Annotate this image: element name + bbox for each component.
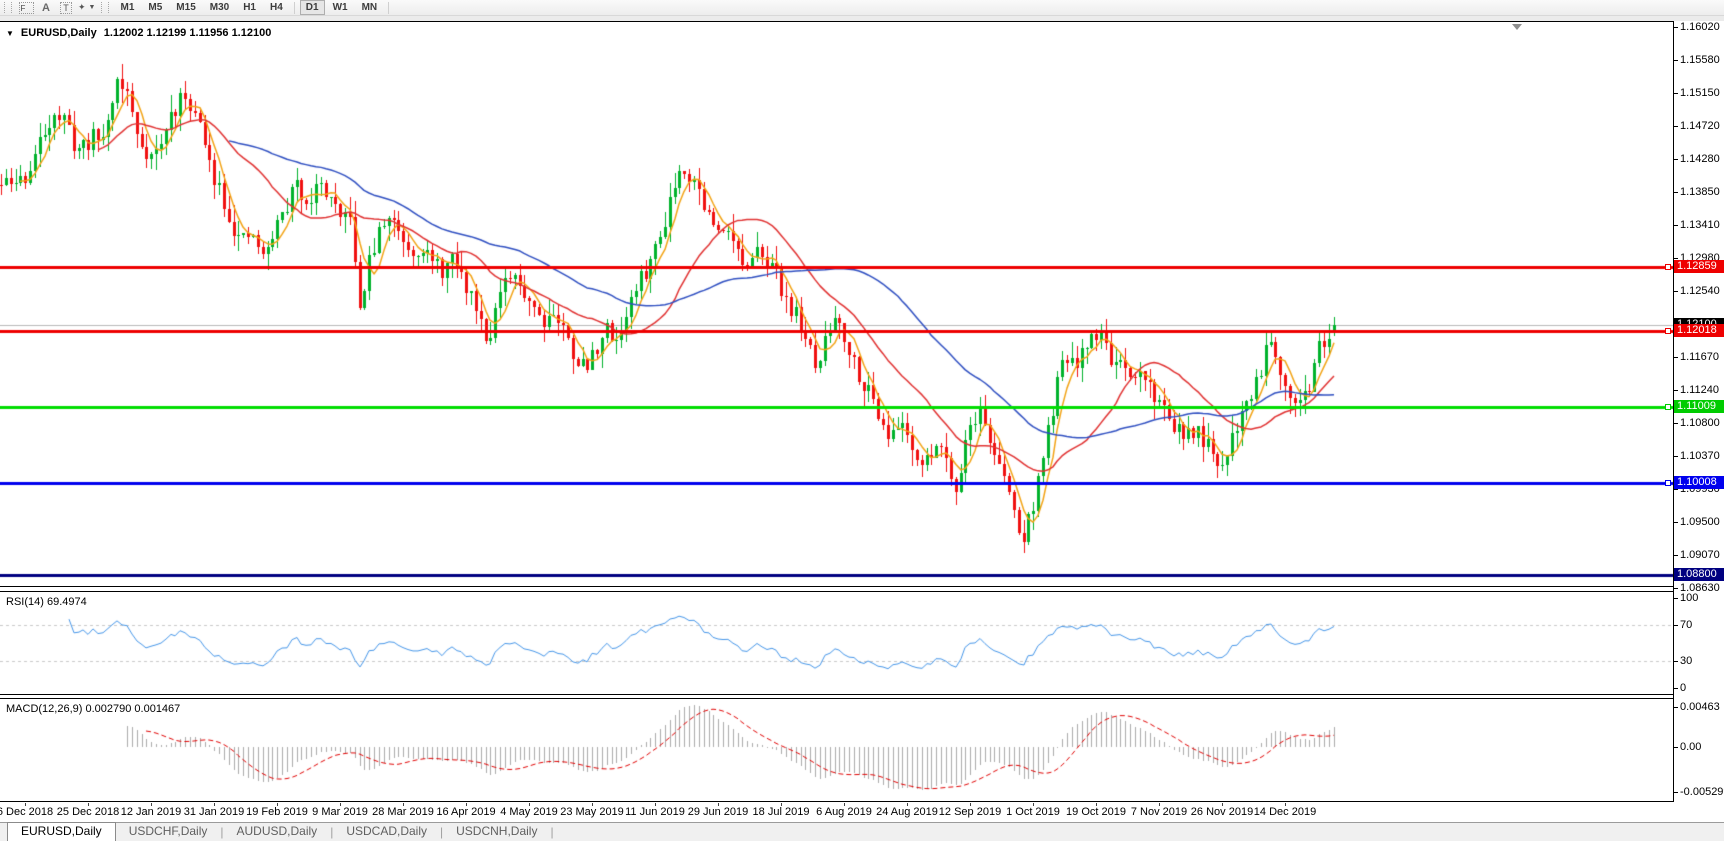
toolbar: F A T ✦ ▼ M1M5M15M30H1H4 D1W1MN — [0, 0, 1724, 16]
macd-panel[interactable]: MACD(12,26,9) 0.002790 0.001467 — [0, 698, 1673, 802]
price-badge-112859: 1.12859 — [1674, 260, 1724, 273]
timeframe-button-m15[interactable]: M15 — [170, 0, 201, 15]
tab-separator: | — [550, 823, 553, 841]
tab-audusd[interactable]: AUDUSD,Daily — [224, 823, 331, 841]
timeframe-button-m1[interactable]: M1 — [114, 0, 140, 15]
date-label: 24 Aug 2019 — [876, 806, 938, 818]
price-tick-label: 1.16020 — [1680, 21, 1720, 33]
price-tick-label: 1.12540 — [1680, 285, 1720, 297]
macd-tick-label: 0.00 — [1680, 741, 1701, 753]
timeframe-button-w1[interactable]: W1 — [327, 0, 354, 15]
date-label: 31 Jan 2019 — [184, 806, 245, 818]
hline-anchor-point[interactable] — [1665, 328, 1671, 334]
label-icon: T — [60, 2, 72, 14]
price-tick-label: 1.10800 — [1680, 417, 1720, 429]
date-label: 6 Dec 2018 — [0, 806, 53, 818]
timeframe-button-d1[interactable]: D1 — [300, 0, 325, 15]
price-badge-112018: 1.12018 — [1674, 324, 1724, 337]
toolbar-separator — [294, 2, 295, 14]
toolbar-separator — [388, 2, 389, 14]
tab-eurusd[interactable]: EURUSD,Daily — [7, 822, 116, 841]
rsi-panel[interactable]: RSI(14) 69.4974 — [0, 591, 1673, 695]
symbol-header[interactable]: ▼ EURUSD,Daily 1.12002 1.12199 1.11956 1… — [6, 27, 271, 39]
price-tick-label: 1.14280 — [1680, 153, 1720, 165]
timeframe-button-m5[interactable]: M5 — [142, 0, 168, 15]
toolbar-grip[interactable] — [4, 2, 12, 13]
date-label: 9 Mar 2019 — [312, 806, 368, 818]
price-tick-label: 1.14720 — [1680, 120, 1720, 132]
arrows-dropdown-icon[interactable]: ▼ — [89, 4, 96, 11]
price-chart-canvas[interactable] — [0, 22, 1673, 586]
price-badge-111009: 1.11009 — [1674, 400, 1724, 413]
symbol-dropdown-icon[interactable]: ▼ — [6, 29, 14, 38]
macd-canvas[interactable] — [0, 699, 1673, 801]
timeframe-group: M1M5M15M30H1H4 D1W1MN — [113, 0, 393, 15]
price-tick-label: 1.09500 — [1680, 516, 1720, 528]
date-label: 28 Mar 2019 — [372, 806, 434, 818]
macd-tick-label: -0.005299 — [1680, 786, 1724, 798]
hline-anchor-point[interactable] — [1665, 480, 1671, 486]
date-label: 19 Feb 2019 — [246, 806, 308, 818]
date-label: 26 Nov 2019 — [1191, 806, 1253, 818]
fibonacci-icon: F — [19, 2, 34, 14]
rsi-tick-label: 30 — [1680, 655, 1692, 667]
price-chart-panel[interactable]: ▼ EURUSD,Daily 1.12002 1.12199 1.11956 1… — [0, 21, 1673, 587]
rsi-canvas[interactable] — [0, 592, 1673, 694]
symbol-ohlc: 1.12002 1.12199 1.11956 1.12100 — [104, 27, 272, 39]
hline-anchor-point[interactable] — [1665, 404, 1671, 410]
rsi-tick-label: 100 — [1680, 592, 1698, 604]
price-tick-label: 1.13850 — [1680, 186, 1720, 198]
date-label: 23 May 2019 — [560, 806, 624, 818]
hline-anchor-point[interactable] — [1665, 264, 1671, 270]
date-label: 29 Jun 2019 — [688, 806, 749, 818]
date-label: 11 Jun 2019 — [625, 806, 685, 818]
macd-label: MACD(12,26,9) 0.002790 0.001467 — [6, 703, 180, 715]
rsi-tick-label: 0 — [1680, 682, 1686, 694]
date-label: 6 Aug 2019 — [816, 806, 872, 818]
toolbar-grip-2[interactable] — [101, 2, 109, 13]
metatrader-window: F A T ✦ ▼ M1M5M15M30H1H4 D1W1MN ▼ EURUSD,… — [0, 0, 1724, 841]
fibonacci-tool-button[interactable]: F — [18, 1, 34, 14]
price-tick-label: 1.15150 — [1680, 87, 1720, 99]
tab-usdchf[interactable]: USDCHF,Daily — [116, 823, 221, 841]
tab-usdcad[interactable]: USDCAD,Daily — [333, 823, 440, 841]
arrows-tool-button[interactable]: ✦ ▼ — [78, 1, 95, 14]
price-badge-108800: 1.08800 — [1674, 568, 1724, 581]
chart-tab-bar: EURUSD,DailyUSDCHF,Daily|AUDUSD,Daily|US… — [0, 822, 1724, 841]
price-tick-label: 1.11240 — [1680, 384, 1719, 396]
date-label: 7 Nov 2019 — [1131, 806, 1187, 818]
date-label: 25 Dec 2018 — [57, 806, 119, 818]
timeframe-button-h1[interactable]: H1 — [237, 0, 262, 15]
rsi-label: RSI(14) 69.4974 — [6, 596, 87, 608]
timeframe-button-mn[interactable]: MN — [356, 0, 384, 15]
price-tick-label: 1.09070 — [1680, 549, 1720, 561]
date-label: 19 Oct 2019 — [1066, 806, 1126, 818]
macd-tick-label: 0.00463 — [1680, 701, 1720, 713]
timeframe-button-m30[interactable]: M30 — [204, 0, 235, 15]
date-label: 4 May 2019 — [500, 806, 557, 818]
date-label: 12 Jan 2019 — [121, 806, 182, 818]
price-tick-label: 1.11670 — [1680, 351, 1719, 363]
price-tick-label: 1.10370 — [1680, 450, 1720, 462]
rsi-tick-label: 70 — [1680, 619, 1692, 631]
tab-usdcnh[interactable]: USDCNH,Daily — [443, 823, 550, 841]
timeframe-button-h4[interactable]: H4 — [264, 0, 289, 15]
symbol-title: EURUSD,Daily — [21, 27, 97, 39]
price-tick-label: 1.13410 — [1680, 219, 1720, 231]
date-label: 1 Oct 2019 — [1006, 806, 1060, 818]
date-label: 12 Sep 2019 — [939, 806, 1001, 818]
date-label: 18 Jul 2019 — [753, 806, 810, 818]
price-badge-110008: 1.10008 — [1674, 476, 1724, 489]
date-label: 14 Dec 2019 — [1254, 806, 1316, 818]
label-tool-button[interactable]: T — [58, 1, 74, 14]
price-tick-label: 1.15580 — [1680, 54, 1720, 66]
date-label: 16 Apr 2019 — [436, 806, 495, 818]
text-tool-button[interactable]: A — [38, 1, 54, 14]
arrows-icon: ✦ — [78, 2, 86, 13]
chart-shift-marker-icon[interactable] — [1512, 24, 1522, 30]
